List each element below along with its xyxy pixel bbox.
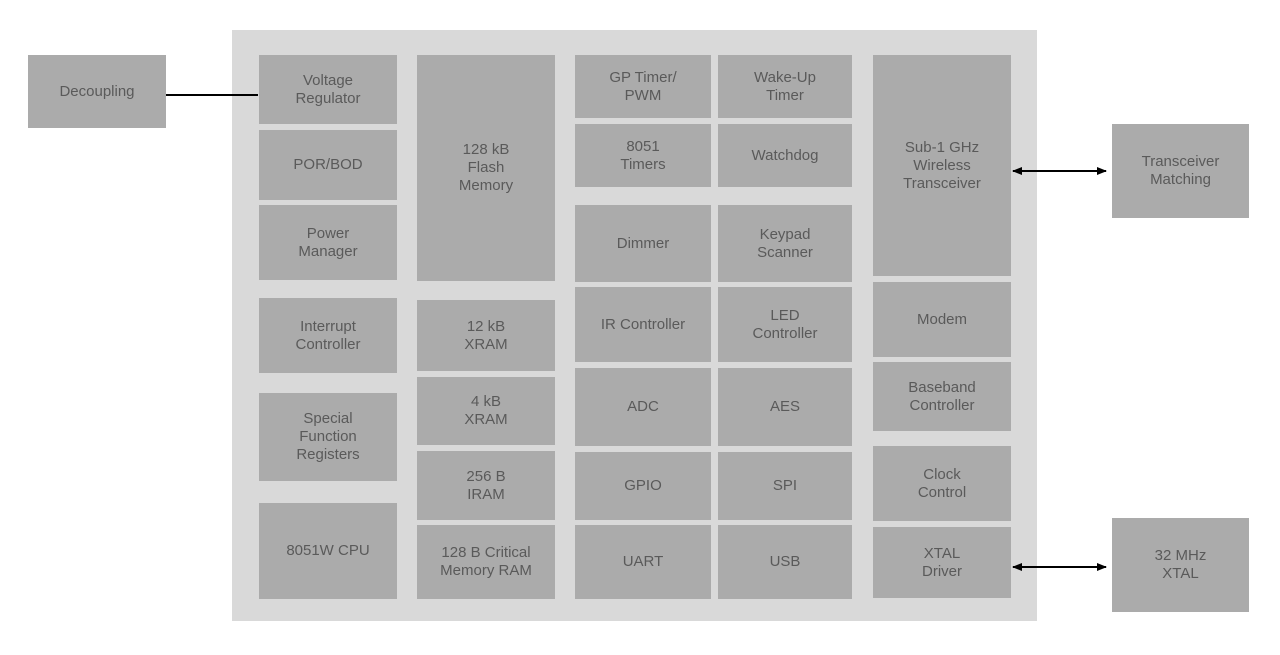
connectors	[166, 94, 1107, 571]
